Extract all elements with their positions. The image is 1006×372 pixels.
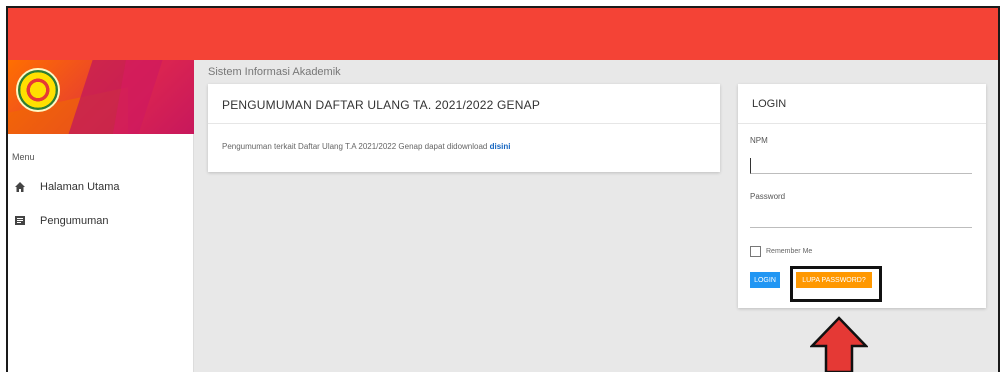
sidebar-banner <box>8 60 194 134</box>
sidebar-item-pengumuman[interactable]: Pengumuman <box>8 204 193 238</box>
menu-heading: Menu <box>12 152 35 162</box>
university-logo <box>16 68 60 112</box>
remember-me-checkbox[interactable]: Remember Me <box>750 246 812 257</box>
remember-me-label: Remember Me <box>766 248 813 255</box>
sidebar-item-label: Pengumuman <box>40 215 109 227</box>
top-bar <box>8 8 998 60</box>
announcement-icon <box>14 215 26 227</box>
sidebar: Menu Halaman Utama Pengumuman <box>8 60 194 372</box>
announcement-text: Pengumuman terkait Daftar Ulang T.A 2021… <box>222 142 490 151</box>
login-title: LOGIN <box>738 84 986 124</box>
checkbox-box[interactable] <box>750 246 761 257</box>
sidebar-item-halaman-utama[interactable]: Halaman Utama <box>8 170 193 204</box>
announcement-card: PENGUMUMAN DAFTAR ULANG TA. 2021/2022 GE… <box>208 84 720 172</box>
up-arrow-icon <box>810 316 868 372</box>
password-label: Password <box>750 192 786 201</box>
npm-input[interactable] <box>750 158 972 174</box>
sidebar-item-label: Halaman Utama <box>40 181 120 193</box>
highlight-box <box>790 266 882 302</box>
page-subtitle: Sistem Informasi Akademik <box>208 66 341 78</box>
home-icon <box>14 181 26 193</box>
download-link[interactable]: disini <box>490 142 511 151</box>
password-input[interactable] <box>750 212 972 228</box>
npm-label: NPM <box>750 136 768 145</box>
announcement-title: PENGUMUMAN DAFTAR ULANG TA. 2021/2022 GE… <box>208 84 720 124</box>
announcement-body: Pengumuman terkait Daftar Ulang T.A 2021… <box>208 124 720 151</box>
login-button[interactable]: LOGIN <box>750 272 780 288</box>
